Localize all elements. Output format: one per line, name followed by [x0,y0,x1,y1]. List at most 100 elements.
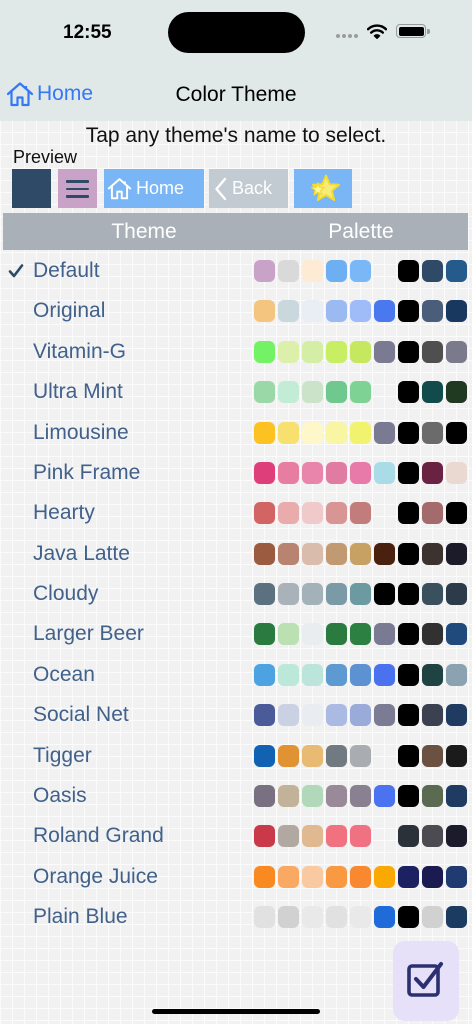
checkmark-icon [8,788,24,804]
color-swatch [398,906,419,928]
color-swatch [422,623,443,646]
color-swatch [350,502,371,525]
color-swatch [398,300,419,323]
theme-row[interactable]: Vitamin-G [0,332,472,372]
color-swatch [326,906,347,928]
theme-name[interactable]: Larger Beer [33,614,144,654]
color-swatch [254,381,275,404]
theme-name[interactable]: Cloudy [33,574,98,614]
color-swatch [254,421,275,444]
theme-row[interactable]: Java Latte [0,534,472,574]
palette [254,260,470,282]
color-swatch [398,381,419,404]
palette [254,784,470,807]
home-indicator [152,1009,320,1014]
theme-name[interactable]: Vitamin-G [33,332,126,372]
palette [254,865,470,888]
theme-row[interactable]: Ultra Mint [0,372,472,412]
color-swatch [254,865,275,888]
color-swatch [254,583,275,605]
color-swatch [326,381,347,404]
color-swatch [326,744,347,767]
color-swatch [446,260,467,282]
theme-name[interactable]: Ultra Mint [33,372,123,412]
color-swatch [398,461,419,484]
theme-row[interactable]: Cloudy [0,574,472,614]
preview-star-button [294,169,352,208]
color-swatch [374,300,395,323]
theme-name[interactable]: Tigger [33,736,92,776]
theme-name[interactable]: Social Net [33,695,129,735]
theme-name[interactable]: Orange Juice [33,857,158,897]
color-swatch [422,784,443,807]
theme-row[interactable]: Pink Frame [0,453,472,493]
preview-menu-button [58,169,97,208]
color-swatch [302,906,323,928]
theme-row[interactable]: Tigger [0,736,472,776]
empty-swatch-slot [374,381,395,403]
theme-row[interactable]: Default [0,251,472,291]
theme-row[interactable]: Limousine [0,413,472,453]
dynamic-island [168,12,305,53]
theme-row[interactable]: Original [0,291,472,331]
color-swatch [254,461,275,484]
color-swatch [422,704,443,727]
theme-name[interactable]: Limousine [33,413,129,453]
nav-home-button[interactable]: Home [6,81,93,107]
theme-name[interactable]: Original [33,291,105,331]
theme-row[interactable]: Ocean [0,655,472,695]
theme-row[interactable]: Social Net [0,695,472,735]
color-swatch [446,663,467,686]
color-swatch [446,825,467,848]
color-swatch [398,583,419,605]
checkmark-icon [8,263,24,279]
color-swatch [350,461,371,484]
preview-home-button: Home [104,169,204,208]
color-swatch [350,623,371,646]
theme-name[interactable]: Java Latte [33,534,130,574]
signal-dot [342,34,346,38]
color-swatch [446,906,467,928]
theme-row[interactable]: Hearty [0,493,472,533]
color-swatch [398,421,419,444]
color-swatch [254,542,275,565]
theme-row[interactable]: Roland Grand [0,816,472,856]
color-swatch [374,340,395,363]
color-swatch [446,623,467,646]
checkmark-icon [8,707,24,723]
color-swatch [350,906,371,928]
color-swatch [350,583,371,605]
color-swatch [374,704,395,727]
theme-name[interactable]: Ocean [33,655,95,695]
theme-row[interactable]: Orange Juice [0,857,472,897]
done-button[interactable] [393,941,459,1021]
color-swatch [422,865,443,888]
theme-name[interactable]: Roland Grand [33,816,164,856]
color-swatch [398,744,419,767]
color-swatch [326,300,347,323]
color-swatch [350,421,371,444]
color-swatch [398,704,419,727]
color-swatch [254,340,275,363]
color-swatch [398,825,419,848]
theme-row[interactable]: Oasis [0,776,472,816]
color-swatch [302,583,323,605]
theme-name[interactable]: Hearty [33,493,95,533]
color-swatch [446,784,467,807]
theme-row[interactable]: Larger Beer [0,614,472,654]
color-swatch [350,542,371,565]
color-swatch [278,865,299,888]
color-swatch [374,421,395,444]
color-swatch [350,825,371,848]
theme-row[interactable]: Plain Blue [0,897,472,937]
theme-name[interactable]: Pink Frame [33,453,140,493]
theme-name[interactable]: Plain Blue [33,897,128,937]
theme-name[interactable]: Oasis [33,776,87,816]
page-title: Color Theme [175,83,297,106]
color-swatch [302,260,323,282]
theme-name[interactable]: Default [33,251,100,291]
color-swatch [350,260,371,282]
palette-column-header: Palette [328,220,394,243]
color-swatch [446,583,467,605]
color-swatch [278,542,299,565]
